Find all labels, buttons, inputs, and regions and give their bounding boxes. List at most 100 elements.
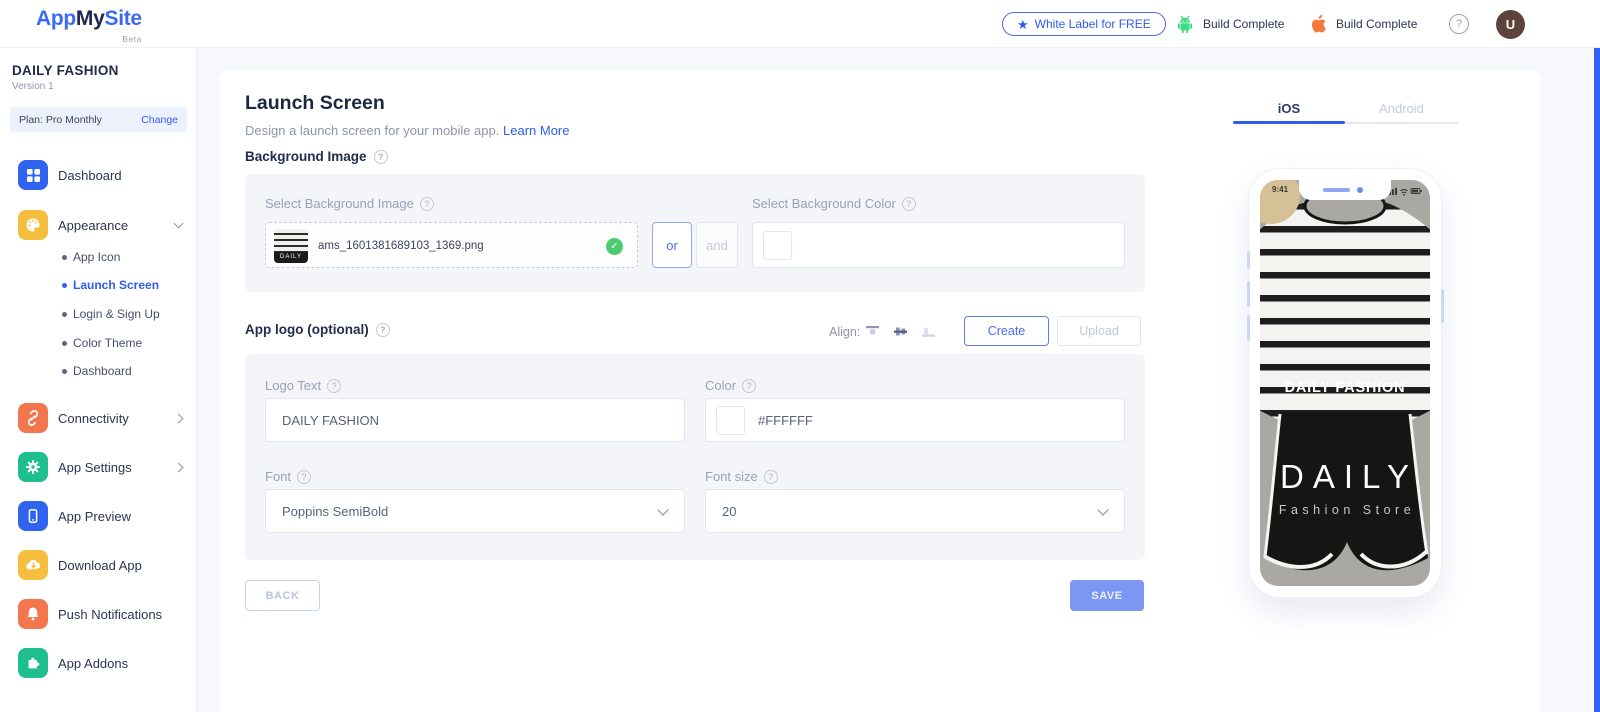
font-size-select-value: 20 xyxy=(722,503,737,519)
background-image-section: Select Background Image DAILY ams_160138… xyxy=(245,174,1145,292)
appmysite-logo[interactable]: AppMySite Beta xyxy=(36,8,142,50)
learn-more-link[interactable]: Learn More xyxy=(503,123,569,138)
logo-text-input[interactable] xyxy=(282,399,638,441)
sidebar-item-push-notifications[interactable]: Push Notifications xyxy=(0,597,197,631)
palette-icon xyxy=(18,210,48,240)
sidebar-subitem-dashboard[interactable]: Dashboard xyxy=(0,357,197,385)
font-label: Font xyxy=(265,469,312,484)
shorts-brand-text: DAILY xyxy=(1280,458,1418,495)
sidebar-item-appearance[interactable]: Appearance xyxy=(0,208,197,242)
app-logo-section-label: App logo (optional) xyxy=(245,322,390,337)
gear-icon xyxy=(18,452,48,482)
subitem-label: Dashboard xyxy=(73,364,132,378)
page-title: Launch Screen xyxy=(245,92,385,114)
logo-part-my: My xyxy=(75,7,105,30)
sidebar-item-app-settings[interactable]: App Settings xyxy=(0,450,197,484)
save-button[interactable]: SAVE xyxy=(1070,580,1144,611)
help-tooltip-icon[interactable] xyxy=(419,196,434,211)
plan-label: Plan: Pro Monthly xyxy=(19,113,102,126)
help-tooltip-icon[interactable] xyxy=(297,469,312,484)
sidebar-subitem-login-signup[interactable]: Login & Sign Up xyxy=(0,300,197,328)
sidebar-item-label: Download App xyxy=(58,557,142,573)
align-middle-icon[interactable] xyxy=(892,323,909,340)
camera-icon xyxy=(1357,187,1363,193)
subitem-label: Login & Sign Up xyxy=(73,307,160,321)
font-select[interactable]: Poppins SemiBold xyxy=(265,489,685,533)
link-icon xyxy=(18,403,48,433)
help-icon[interactable] xyxy=(1449,14,1469,34)
subitem-label: Color Theme xyxy=(73,336,143,350)
avatar[interactable]: U xyxy=(1496,10,1525,39)
ios-build-badge[interactable]: Build Complete xyxy=(1310,0,1417,48)
status-bar-time: 9:41 xyxy=(1272,185,1289,194)
align-bottom-icon[interactable] xyxy=(920,323,937,340)
page-scrollbar[interactable] xyxy=(1594,0,1600,712)
sidebar-item-connectivity[interactable]: Connectivity xyxy=(0,401,197,435)
help-tooltip-icon[interactable] xyxy=(327,378,342,393)
align-top-icon[interactable] xyxy=(864,323,881,340)
sidebar: DAILY FASHION Version 1 Plan: Pro Monthl… xyxy=(0,48,197,712)
android-icon xyxy=(1178,15,1192,34)
background-image-upload-box[interactable]: DAILY ams_1601381689103_1369.png xyxy=(265,222,638,268)
sidebar-item-app-preview[interactable]: App Preview xyxy=(0,499,197,533)
bullet-icon xyxy=(62,311,67,317)
plan-bar: Plan: Pro Monthly Change xyxy=(10,107,187,132)
logo-text-label: Logo Text xyxy=(265,378,342,393)
sidebar-app-version: Version 1 xyxy=(12,81,54,92)
plan-change-link[interactable]: Change xyxy=(141,114,178,126)
sidebar-subitem-app-icon[interactable]: App Icon xyxy=(0,243,197,271)
font-size-select[interactable]: 20 xyxy=(705,489,1125,533)
logo-overlay-text: DAILY FASHION xyxy=(1285,380,1406,396)
logo-color-field-wrap xyxy=(705,398,1125,442)
app-logo-label-text: App logo (optional) xyxy=(245,322,369,337)
logo-color-swatch[interactable] xyxy=(716,406,745,435)
grid-icon xyxy=(18,160,48,190)
status-bar-icons xyxy=(1386,187,1422,196)
subitem-label: App Icon xyxy=(73,250,121,264)
sidebar-item-dashboard[interactable]: Dashboard xyxy=(0,158,197,192)
sidebar-subitem-launch-screen[interactable]: Launch Screen xyxy=(0,271,197,299)
sidebar-item-download-app[interactable]: Download App xyxy=(0,548,197,582)
or-toggle-button[interactable]: or xyxy=(652,222,692,268)
help-tooltip-icon[interactable] xyxy=(373,149,388,164)
ios-build-status: Build Complete xyxy=(1336,17,1418,31)
puzzle-icon xyxy=(18,648,48,678)
color-label: Color xyxy=(705,378,757,393)
select-background-image-label: Select Background Image xyxy=(265,196,434,211)
tab-android[interactable]: Android xyxy=(1345,95,1458,121)
page-subtitle: Design a launch screen for your mobile a… xyxy=(245,123,569,138)
help-tooltip-icon[interactable] xyxy=(901,196,916,211)
font-size-label: Font size xyxy=(705,469,778,484)
white-label-button[interactable]: ★ White Label for FREE xyxy=(1002,12,1166,36)
white-label-button-label: White Label for FREE xyxy=(1034,17,1151,31)
tab-ios[interactable]: iOS xyxy=(1233,95,1345,121)
background-color-swatch[interactable] xyxy=(763,231,792,260)
logo-beta-tag: Beta xyxy=(122,34,142,44)
bell-icon xyxy=(18,599,48,629)
sidebar-item-label: App Settings xyxy=(58,459,132,475)
create-button[interactable]: Create xyxy=(964,316,1049,346)
help-tooltip-icon[interactable] xyxy=(375,322,390,337)
android-build-status: Build Complete xyxy=(1203,17,1285,31)
launch-screen-artwork: DAILY FASHION DAILY Fashion Store xyxy=(1260,187,1430,571)
sidebar-app-name: DAILY FASHION xyxy=(12,63,119,78)
active-tab-underline xyxy=(1233,121,1345,124)
sidebar-item-app-addons[interactable]: App Addons xyxy=(0,646,197,680)
background-color-picker[interactable] xyxy=(752,222,1125,268)
upload-button[interactable]: Upload xyxy=(1057,316,1141,346)
logo-color-input[interactable] xyxy=(758,399,1072,441)
phone-volume-down-button xyxy=(1246,315,1250,341)
select-background-image-text: Select Background Image xyxy=(265,196,414,211)
back-button[interactable]: BACK xyxy=(245,580,320,611)
bullet-icon xyxy=(62,368,67,374)
and-toggle-button[interactable]: and xyxy=(696,222,738,268)
select-background-color-text: Select Background Color xyxy=(752,196,896,211)
sidebar-subitem-color-theme[interactable]: Color Theme xyxy=(0,329,197,357)
help-tooltip-icon[interactable] xyxy=(742,378,757,393)
android-build-badge[interactable]: Build Complete xyxy=(1176,0,1284,48)
select-background-color-label: Select Background Color xyxy=(752,196,916,211)
help-tooltip-icon[interactable] xyxy=(763,469,778,484)
chevron-down-icon xyxy=(657,504,669,516)
logo-text-field-wrap xyxy=(265,398,685,442)
sidebar-item-label: App Addons xyxy=(58,655,129,671)
